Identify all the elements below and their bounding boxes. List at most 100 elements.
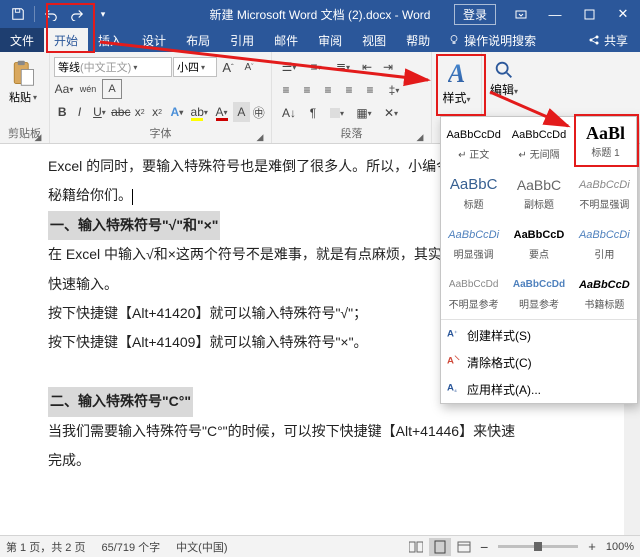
editing-button[interactable]: 编辑▾	[486, 55, 522, 98]
style-tile[interactable]: AaBbC副标题	[506, 167, 571, 217]
qat-customize-icon[interactable]: ▾	[91, 3, 115, 25]
shading-button[interactable]: ▾	[324, 103, 350, 123]
zoom-level[interactable]: 100%	[606, 541, 634, 553]
style-tile[interactable]: AaBbCcDi不明显强调	[572, 167, 637, 217]
group-font: 等线(中文正文)▾ 小四▾ Aˆ Aˇ Aa▾ wén A B I U▾	[50, 52, 272, 143]
line-spacing-button[interactable]: ‡▾	[381, 80, 407, 100]
page-indicator[interactable]: 第 1 页，共 2 页	[6, 539, 85, 555]
align-left-button[interactable]: ≡	[276, 80, 296, 100]
title-bar: ▾ 新建 Microsoft Word 文档 (2).docx - Word 登…	[0, 0, 640, 28]
style-tile[interactable]: AaBbCcDd↵ 正文	[441, 117, 506, 167]
zoom-slider[interactable]	[498, 545, 578, 548]
web-layout-icon[interactable]	[453, 538, 475, 556]
style-tile[interactable]: AaBbCcDd↵ 无间隔	[506, 117, 571, 167]
underline-button[interactable]: U▾	[89, 102, 110, 122]
word-count[interactable]: 65/719 个字	[101, 539, 160, 555]
maximize-icon[interactable]	[572, 0, 606, 28]
style-tile[interactable]: AaBbCcDd明显参考	[506, 267, 571, 317]
tab-mailings[interactable]: 邮件	[264, 28, 308, 52]
find-icon	[493, 59, 515, 81]
zoom-out-button[interactable]: −	[476, 539, 492, 555]
body-text: 在 Excel 中输入√和×这两个符号不是难事，就是有点麻烦，其实可以	[48, 246, 470, 262]
distribute-button[interactable]: ≡	[360, 80, 380, 100]
sort-button[interactable]: A↓	[276, 103, 302, 123]
tab-design[interactable]: 设计	[132, 28, 176, 52]
tab-file[interactable]: 文件	[0, 28, 44, 52]
svg-text:A: A	[447, 356, 454, 367]
ribbon-display-icon[interactable]	[504, 0, 538, 28]
change-case-button[interactable]: Aa▾	[54, 79, 74, 99]
highlight-button[interactable]: ab▾	[189, 102, 210, 122]
tab-insert[interactable]: 插入	[88, 28, 132, 52]
style-tile-title1-featured[interactable]: AaBl 标题 1	[574, 116, 637, 166]
phonetic-guide-button[interactable]: wén	[75, 79, 101, 99]
paste-button[interactable]: 粘贴▾	[4, 55, 42, 105]
style-tile[interactable]: AaBbCcDi引用	[572, 217, 637, 267]
decrease-indent-button[interactable]: ⇤	[357, 57, 377, 77]
snap-button[interactable]: ✕▾	[378, 103, 404, 123]
close-icon[interactable]: ✕	[606, 0, 640, 28]
tab-home[interactable]: 开始	[44, 28, 88, 52]
create-style-icon: A₊	[447, 326, 461, 340]
bullets-button[interactable]: ☰▾	[276, 57, 302, 77]
shrink-font-button[interactable]: Aˇ	[239, 57, 259, 77]
minimize-icon[interactable]: —	[538, 0, 572, 28]
enclose-char-button[interactable]: ㊥	[251, 102, 267, 122]
bold-button[interactable]: B	[54, 102, 70, 122]
font-name-combo[interactable]: 等线(中文正文)▾	[54, 57, 172, 77]
align-center-button[interactable]: ≡	[297, 80, 317, 100]
font-launcher-icon[interactable]: ◢	[255, 132, 265, 142]
create-style-menuitem[interactable]: A₊ 创建样式(S)	[441, 322, 637, 349]
style-tile[interactable]: AaBbCcDi明显强调	[441, 217, 506, 267]
char-border-button[interactable]: A	[102, 79, 122, 99]
body-text: 完成。	[48, 452, 90, 468]
tab-view[interactable]: 视图	[352, 28, 396, 52]
tab-layout[interactable]: 布局	[176, 28, 220, 52]
borders-button[interactable]: ▦▾	[351, 103, 377, 123]
styles-button[interactable]: A 样式▾	[436, 55, 477, 106]
zoom-in-button[interactable]: +	[584, 539, 600, 554]
multilevel-button[interactable]: ≣▾	[330, 57, 356, 77]
show-marks-button[interactable]: ¶	[303, 103, 323, 123]
grow-font-button[interactable]: Aˆ	[218, 57, 238, 77]
font-color-button[interactable]: A▾	[211, 102, 232, 122]
read-mode-icon[interactable]	[405, 538, 427, 556]
language-indicator[interactable]: 中文(中国)	[176, 539, 227, 555]
char-shading-button[interactable]: A	[233, 102, 249, 122]
login-button[interactable]: 登录	[454, 4, 496, 25]
strikethrough-button[interactable]: abc	[111, 102, 130, 122]
save-icon[interactable]	[6, 3, 30, 25]
align-right-button[interactable]: ≡	[318, 80, 338, 100]
increase-indent-button[interactable]: ⇥	[378, 57, 398, 77]
apply-style-menuitem[interactable]: A₄ 应用样式(A)...	[441, 376, 637, 403]
paragraph-launcher-icon[interactable]: ◢	[415, 132, 425, 142]
italic-button[interactable]: I	[71, 102, 87, 122]
subscript-button[interactable]: x2	[131, 102, 147, 122]
numbering-button[interactable]: ≡▾	[303, 57, 329, 77]
tab-references[interactable]: 引用	[220, 28, 264, 52]
font-size-combo[interactable]: 小四▾	[173, 57, 217, 77]
tell-me-search[interactable]: 操作说明搜索	[440, 28, 544, 52]
print-layout-icon[interactable]	[429, 538, 451, 556]
undo-icon[interactable]	[39, 3, 63, 25]
apply-style-icon: A₄	[447, 380, 461, 394]
style-tile[interactable]: AaBbC标题	[441, 167, 506, 217]
style-tile[interactable]: AaBbCcD要点	[506, 217, 571, 267]
tab-help[interactable]: 帮助	[396, 28, 440, 52]
justify-button[interactable]: ≡	[339, 80, 359, 100]
share-button[interactable]: 共享	[576, 28, 640, 52]
tab-review[interactable]: 审阅	[308, 28, 352, 52]
text-effects-button[interactable]: A▾	[166, 102, 187, 122]
clear-format-menuitem[interactable]: A 清除格式(C)	[441, 349, 637, 376]
text-cursor	[132, 189, 133, 205]
redo-icon[interactable]	[65, 3, 89, 25]
body-text: 当我们需要输入特殊符号"C°"的时候，可以按下快捷键【Alt+41446】来快速	[48, 423, 515, 439]
style-tile[interactable]: AaBbCcDd不明显参考	[441, 267, 506, 317]
superscript-button[interactable]: x2	[149, 102, 165, 122]
clipboard-launcher-icon[interactable]: ◢	[33, 132, 43, 142]
svg-text:A: A	[447, 383, 454, 394]
group-clipboard: 粘贴▾ 剪贴板◢	[0, 52, 50, 143]
body-text: 快速输入。	[48, 276, 118, 292]
style-tile[interactable]: AaBbCcD书籍标题	[572, 267, 637, 317]
lightbulb-icon	[448, 34, 460, 46]
